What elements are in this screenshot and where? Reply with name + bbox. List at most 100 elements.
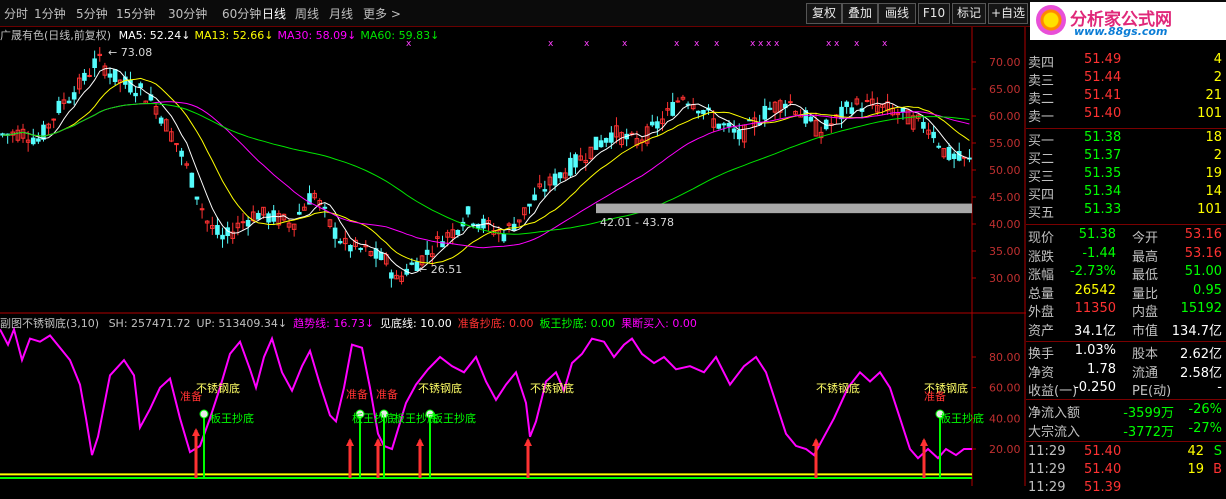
candle-body <box>501 233 507 242</box>
board-signal-dot <box>379 409 389 419</box>
candle-body <box>317 199 323 206</box>
candle-body <box>450 229 456 239</box>
candle-body <box>383 254 389 265</box>
tab-period-0[interactable]: 分时 <box>4 5 28 22</box>
y-tick-label: 65.00 <box>989 83 1021 96</box>
candle-body <box>875 104 880 113</box>
tab-period-4[interactable]: 30分钟 <box>168 5 207 22</box>
stock-title: 广晟有色(日线,前复权) <box>0 29 112 42</box>
candle-body <box>655 121 660 129</box>
bid-price: 51.35 <box>1084 166 1122 181</box>
candle-body <box>593 136 599 150</box>
candle-body <box>915 114 921 119</box>
stat-value: 34.1亿 <box>1074 323 1116 339</box>
tick-volume: 42 <box>1187 444 1204 459</box>
candle-body <box>148 94 154 101</box>
tab-period-2[interactable]: 5分钟 <box>76 5 108 22</box>
candle-body <box>389 272 394 279</box>
candle-body <box>107 73 113 78</box>
ask-volume: 2 <box>1213 70 1222 85</box>
flow-label: 大宗流入 <box>1028 425 1081 440</box>
toolbar-button-1[interactable]: 叠加 <box>842 3 878 24</box>
candle-body <box>670 101 676 116</box>
candle-body <box>921 122 926 129</box>
candle-body <box>204 220 210 224</box>
candle-body <box>117 79 123 84</box>
band-label: 42.01 - 43.78 <box>600 216 674 229</box>
candle-body <box>163 119 169 132</box>
candle-body <box>460 221 466 227</box>
y-tick-label: 40.00 <box>989 218 1021 231</box>
tick-row: 11:29 51.39 <box>1026 480 1226 499</box>
candle-body <box>721 123 727 126</box>
stat-value: 53.16 <box>1184 245 1222 261</box>
candle-body <box>138 83 143 88</box>
candle-body <box>859 108 865 112</box>
candle-body <box>762 105 768 120</box>
candle-body <box>51 118 57 121</box>
quote-divider <box>1026 341 1226 342</box>
candle-body <box>312 192 317 199</box>
candle-body <box>772 101 778 113</box>
candle-body <box>56 100 62 114</box>
toolbar-button-4[interactable]: 标记 <box>952 3 986 24</box>
logo-url: www.88gs.com <box>1074 25 1168 38</box>
candle-body <box>563 172 568 179</box>
toolbar-button-0[interactable]: 复权 <box>806 3 842 24</box>
bid-row: 买五 51.33 101 <box>1026 202 1226 221</box>
candle-body <box>716 123 722 129</box>
stat-value: 2.62亿 <box>1180 347 1222 362</box>
ready-signal-arrow <box>192 428 200 436</box>
toolbar-button-2[interactable]: 画线 <box>878 3 916 24</box>
bid-volume: 18 <box>1205 130 1222 145</box>
candle-body <box>337 241 343 244</box>
tab-period-6[interactable]: 日线 <box>262 5 286 22</box>
candle-body <box>15 129 21 141</box>
tab-period-3[interactable]: 15分钟 <box>116 5 155 22</box>
stat-value: 11350 <box>1074 301 1116 316</box>
tick-time: 11:29 <box>1028 462 1066 477</box>
candle-body <box>486 220 491 225</box>
candle-body <box>343 237 348 245</box>
candle-body <box>736 129 742 140</box>
bid-row: 买一 51.38 18 <box>1026 130 1226 149</box>
tab-period-9[interactable]: 更多 > <box>363 5 401 22</box>
tab-period-1[interactable]: 1分钟 <box>34 5 66 22</box>
quote-divider <box>1026 128 1226 129</box>
candle-body <box>256 212 261 220</box>
candle-body <box>445 232 450 238</box>
stat-value: -0.250 <box>1074 380 1116 395</box>
candle-body <box>675 100 681 103</box>
candle-body <box>240 221 246 224</box>
candle-body <box>552 173 558 186</box>
toolbar-button-3[interactable]: F10 <box>918 3 950 24</box>
candle-body <box>696 110 701 114</box>
candle-body <box>481 218 486 229</box>
stat-value: 1.03% <box>1074 343 1116 358</box>
candle-body <box>818 131 824 139</box>
stat-label: 资产 <box>1028 323 1055 339</box>
tab-period-5[interactable]: 60分钟 <box>222 5 261 22</box>
candle-body <box>726 122 732 127</box>
indicator-value-6: 果断买入: 0.00 <box>621 317 697 330</box>
stat-label: 市值 <box>1132 323 1159 339</box>
candle-body <box>30 137 36 145</box>
bottom-label: 不锈钢底 <box>418 381 462 395</box>
y-tick-label: 45.00 <box>989 191 1021 204</box>
stat-label: 最低 <box>1132 268 1159 283</box>
tab-period-7[interactable]: 周线 <box>295 5 319 22</box>
stat-row: 现价 51.38 今开 53.16 <box>1026 227 1226 246</box>
stat-value: 15192 <box>1180 301 1222 316</box>
candle-body <box>813 120 819 137</box>
tick-price: 51.39 <box>1084 480 1122 495</box>
toolbar-button-5[interactable]: +自选 <box>988 3 1028 24</box>
candle-body <box>363 244 369 248</box>
candle-body <box>414 261 420 272</box>
stat-value: 26542 <box>1074 282 1116 298</box>
candle-body <box>373 248 379 259</box>
stat-label: 现价 <box>1028 231 1055 246</box>
signal-x-mark: x <box>834 39 840 49</box>
tab-period-8[interactable]: 月线 <box>329 5 353 22</box>
ready-label: 准备 <box>180 389 202 403</box>
candle-body <box>296 211 302 215</box>
